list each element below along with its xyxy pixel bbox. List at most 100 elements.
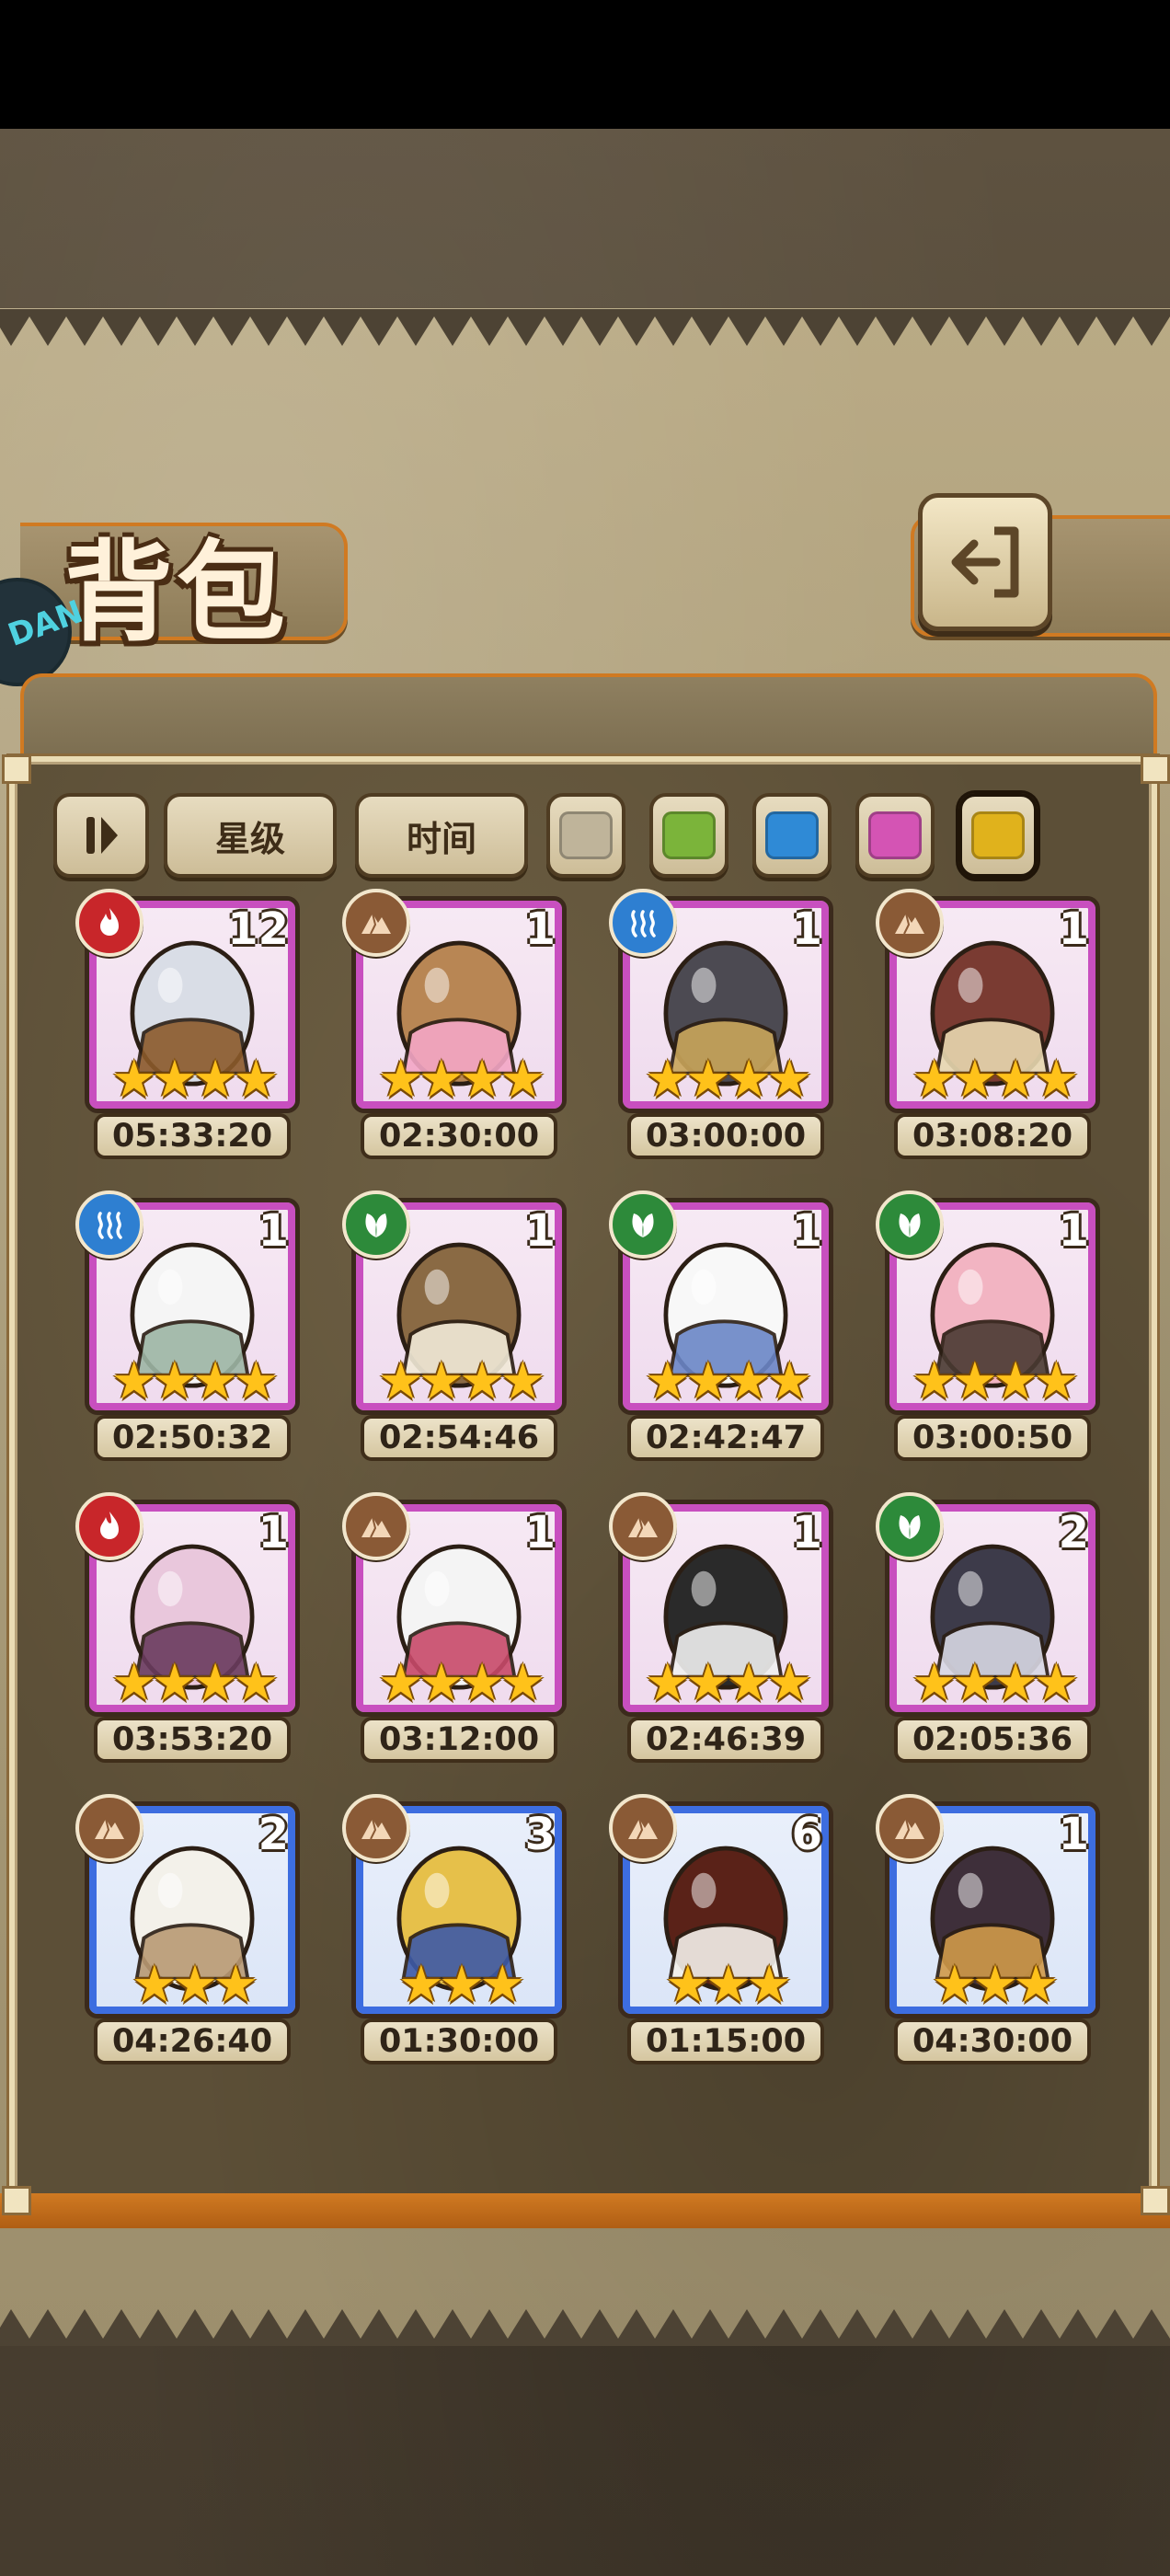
filter-purple-button[interactable] [855,793,935,878]
item-count: 12 [227,903,289,955]
item-count: 1 [524,903,556,955]
hatch-timer: 01:30:00 [361,2018,557,2064]
item-count: 1 [524,1205,556,1257]
water-waves-icon [75,1190,143,1259]
hatch-timer: 02:46:39 [627,1717,824,1763]
zigzag-bottom-edge [0,2309,1170,2346]
hatch-timer: 03:12:00 [361,1717,557,1763]
collapse-icon [86,817,118,854]
item-count: 6 [791,1809,822,1860]
star-rating: ★★★★ [644,1351,813,1411]
panel-bottom-rim [0,2193,1170,2228]
star-rating: ★★★★ [110,1050,280,1110]
leaf-icon [609,1190,677,1259]
filter-gray-button[interactable] [546,793,625,878]
hatch-timer: 03:00:00 [627,1113,824,1159]
back-button[interactable] [918,493,1052,631]
egg-item[interactable]: 1 ★★★★ 02:46:39 [609,1492,841,1776]
water-waves-icon [609,889,677,957]
hatch-timer: 02:05:36 [894,1717,1091,1763]
egg-item[interactable]: 3 ★★★ 01:30:00 [342,1794,574,2077]
egg-item[interactable]: 1 ★★★★ 02:54:46 [342,1190,574,1474]
item-count: 1 [258,1507,289,1558]
filter-green-button[interactable] [649,793,728,878]
egg-item[interactable]: 1 ★★★★ 02:30:00 [342,889,574,1172]
hatch-timer: 04:30:00 [894,2018,1091,2064]
hatch-timer: 04:26:40 [94,2018,291,2064]
gold-swatch [971,811,1025,859]
item-count: 1 [1058,1205,1089,1257]
blue-swatch [765,811,819,859]
egg-item[interactable]: 6 ★★★ 01:15:00 [609,1794,841,2077]
star-rating: ★★★★ [377,1351,546,1411]
item-count: 1 [1058,903,1089,955]
item-count: 1 [524,1507,556,1558]
egg-item[interactable]: 2 ★★★★ 02:05:36 [876,1492,1107,1776]
mountain-icon [609,1794,677,1862]
star-rating: ★★★★ [377,1653,546,1713]
frame-corner [1141,754,1170,784]
leaf-icon [876,1492,944,1560]
item-count: 1 [791,1205,822,1257]
mountain-icon [876,1794,944,1862]
star-rating: ★★★ [131,1955,259,2015]
hatch-timer: 01:15:00 [627,2018,824,2064]
frame-corner [1141,2186,1170,2215]
star-rating: ★★★★ [110,1351,280,1411]
egg-item[interactable]: 1 ★★★★ 03:00:00 [609,889,841,1172]
egg-item[interactable]: 1 ★★★★ 03:12:00 [342,1492,574,1776]
hatch-timer: 03:08:20 [894,1113,1091,1159]
item-count: 2 [258,1809,289,1860]
item-count: 2 [1058,1507,1089,1558]
star-rating: ★★★★ [110,1653,280,1713]
item-count: 1 [791,1507,822,1558]
star-rating: ★★★ [931,1955,1060,2015]
filter-gold-button[interactable] [958,793,1038,878]
hatch-timer: 05:33:20 [94,1113,291,1159]
frame-corner [2,2186,31,2215]
egg-item[interactable]: 1 ★★★★ 03:53:20 [75,1492,307,1776]
star-rating: ★★★ [664,1955,793,2015]
star-rating: ★★★★ [911,1351,1080,1411]
item-count: 1 [1058,1809,1089,1860]
filter-blue-button[interactable] [752,793,832,878]
star-rating: ★★★★ [644,1050,813,1110]
egg-item[interactable]: 1 ★★★★ 02:42:47 [609,1190,841,1474]
hatch-timer: 02:54:46 [361,1415,557,1461]
page-title: 背包 [64,528,290,656]
egg-item[interactable]: 12 ★★★★ 05:33:20 [75,889,307,1172]
hatch-timer: 02:30:00 [361,1113,557,1159]
mountain-icon [75,1794,143,1862]
collapse-toggle-button[interactable] [53,793,149,878]
star-rating: ★★★★ [911,1653,1080,1713]
mountain-icon [342,1492,410,1560]
frame-corner [2,754,31,784]
hatch-timer: 02:42:47 [627,1415,824,1461]
return-arrow-icon [951,526,1019,598]
item-count: 3 [524,1809,556,1860]
egg-item[interactable]: 2 ★★★ 04:26:40 [75,1794,307,2077]
star-rating: ★★★★ [377,1050,546,1110]
panel-top-strip [20,673,1157,762]
egg-item[interactable]: 1 ★★★★ 03:00:50 [876,1190,1107,1474]
hatch-timer: 02:50:32 [94,1415,291,1461]
egg-item[interactable]: 1 ★★★★ 03:08:20 [876,889,1107,1172]
mountain-icon [876,889,944,957]
sort-by-time-button[interactable]: 时间 [355,793,528,878]
mountain-icon [342,1794,410,1862]
leaf-icon [876,1190,944,1259]
zigzag-top-edge [0,309,1170,346]
mountain-icon [609,1492,677,1560]
star-rating: ★★★★ [644,1653,813,1713]
gray-swatch [559,811,613,859]
egg-item[interactable]: 1 ★★★★ 02:50:32 [75,1190,307,1474]
flame-icon [75,889,143,957]
sort-by-star-button[interactable]: 星级 [164,793,337,878]
green-swatch [662,811,716,859]
mountain-icon [342,889,410,957]
item-count: 1 [258,1205,289,1257]
hatch-timer: 03:00:50 [894,1415,1091,1461]
item-count: 1 [791,903,822,955]
egg-item[interactable]: 1 ★★★ 04:30:00 [876,1794,1107,2077]
leaf-icon [342,1190,410,1259]
